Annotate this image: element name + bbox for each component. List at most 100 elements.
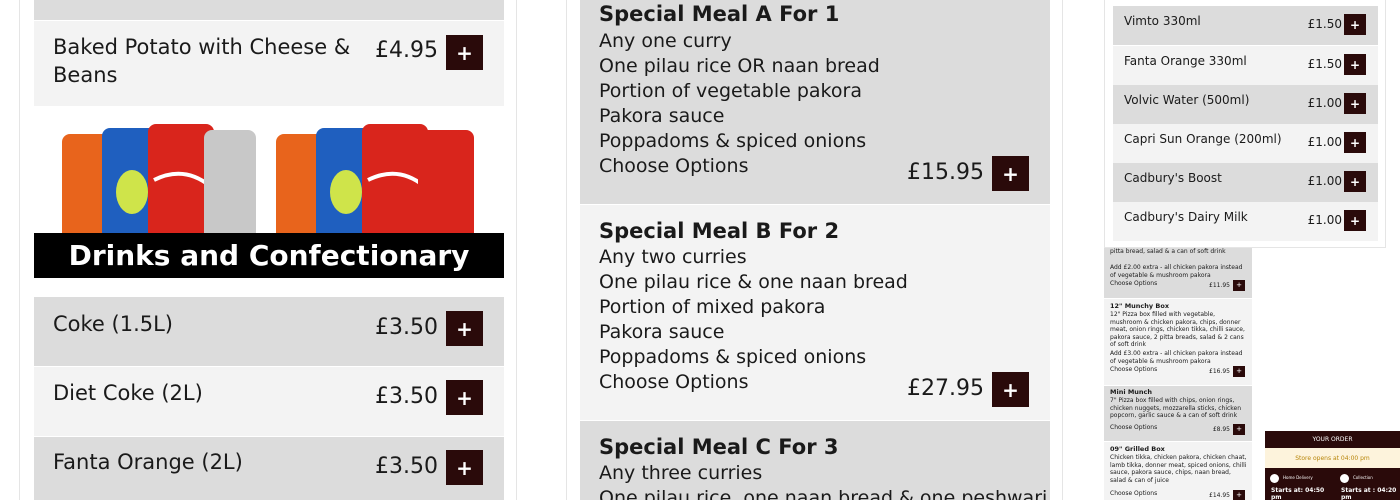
add-item-button[interactable]: + [446, 35, 483, 70]
delivery-options: Home Delivery Starts at: 04:50 pm Collec… [1265, 468, 1400, 500]
meal-line: Pakora sauce [599, 105, 725, 127]
meal-line: One pilau rice & one naan bread [599, 271, 908, 293]
drink-name: Volvic Water (500ml) [1124, 93, 1250, 107]
radio-icon [1270, 474, 1279, 483]
meal-card: Special Meal B For 2 Any two curries One… [580, 205, 1050, 420]
mini-item-desc: Chicken tikka, chicken pakora, chicken c… [1110, 454, 1247, 484]
menu-item-row: Baked Potato with Cheese & Beans £4.95 + [34, 21, 504, 106]
add-item-button[interactable]: + [446, 311, 483, 346]
add-item-button[interactable]: + [446, 380, 483, 415]
add-drink-button[interactable]: + [1344, 14, 1366, 35]
store-status-text: Store opens at 04:00 pm [1295, 454, 1370, 462]
choose-options-link[interactable]: Choose Options [1110, 490, 1157, 498]
order-panel: YOUR ORDER Store opens at 04:00 pm Home … [1265, 431, 1400, 500]
meal-line: Poppadoms & spiced onions [599, 346, 867, 368]
drink-name: Capri Sun Orange (200ml) [1124, 132, 1282, 146]
add-item-button[interactable]: + [1233, 490, 1245, 500]
drink-price: £1.00 [1307, 213, 1342, 227]
meal-card: Special Meal A For 1 Any one curry One p… [580, 0, 1050, 204]
meal-line: Any two curries [599, 246, 747, 268]
meal-price: £27.95 [907, 376, 984, 401]
add-item-button[interactable]: + [1233, 280, 1245, 291]
menu-item-price: £3.50 [375, 454, 438, 479]
menu-item-row: Fanta Orange (2L) £3.50 + [34, 437, 504, 500]
mini-item-title: Mini Munch [1110, 388, 1153, 396]
meal-line: Any one curry [599, 30, 732, 52]
menu-item-name: Coke (1.5L) [53, 312, 174, 336]
mini-item-price: £11.95 [1209, 282, 1230, 289]
add-drink-button[interactable]: + [1344, 54, 1366, 75]
drinks-category-image: Drinks and Confectionary [34, 120, 504, 278]
menu-item-row [34, 0, 504, 20]
drinks-list-panel: Vimto 330ml £1.50 + Fanta Orange 330ml £… [1104, 0, 1386, 248]
mini-menu-panel: pitta bread, salad & a can of soft drink… [1104, 248, 1252, 500]
category-title: Drinks and Confectionary [68, 239, 470, 272]
drink-name: Fanta Orange 330ml [1124, 54, 1247, 68]
add-meal-button[interactable]: + [992, 372, 1029, 407]
mini-item-extra: Add £2.00 extra - all chicken pakora ins… [1110, 264, 1243, 279]
choose-options-link[interactable]: Choose Options [599, 154, 749, 179]
mini-item-desc: pitta bread, salad & a can of soft drink [1110, 248, 1226, 255]
store-status: Store opens at 04:00 pm [1265, 448, 1400, 468]
mini-item-desc: 12" Pizza box filled with vegetable, mus… [1110, 311, 1245, 348]
mini-item-price: £16.95 [1209, 368, 1230, 375]
menu-item-row: Coke (1.5L) £3.50 + [34, 297, 504, 366]
mini-item-price: £14.95 [1209, 492, 1230, 499]
menu-item-price: £3.50 [375, 384, 438, 409]
drink-price: £1.50 [1307, 57, 1342, 71]
mini-item-desc: 7" Pizza box filled with chips, onion ri… [1110, 397, 1242, 419]
drink-row: Volvic Water (500ml) £1.00 + [1113, 85, 1378, 124]
delivery-start-time: Starts at: 04:50 pm [1271, 487, 1325, 500]
add-drink-button[interactable]: + [1344, 171, 1366, 192]
drink-price: £1.00 [1307, 96, 1342, 110]
menu-item-name: Fanta Orange (2L) [53, 450, 243, 474]
drink-price: £1.00 [1307, 174, 1342, 188]
meal-line: Poppadoms & spiced onions [599, 130, 867, 152]
add-item-button[interactable]: + [446, 450, 483, 485]
add-drink-button[interactable]: + [1344, 132, 1366, 153]
choose-options-link[interactable]: Choose Options [1110, 366, 1157, 374]
choose-options-link[interactable]: Choose Options [1110, 280, 1157, 288]
add-drink-button[interactable]: + [1344, 93, 1366, 114]
meal-title: Special Meal B For 2 [599, 219, 840, 243]
delivery-label: Home Delivery [1283, 475, 1313, 480]
menu-column-left: Baked Potato with Cheese & Beans £4.95 + [19, 0, 517, 500]
order-header: YOUR ORDER [1265, 431, 1400, 448]
choose-options-link[interactable]: Choose Options [599, 370, 749, 395]
choose-options-link[interactable]: Choose Options [1110, 424, 1157, 432]
drink-row: Vimto 330ml £1.50 + [1113, 6, 1378, 45]
drink-name: Cadbury's Dairy Milk [1124, 210, 1248, 224]
drink-row: Cadbury's Boost £1.00 + [1113, 163, 1378, 202]
meal-card: Special Meal C For 3 Any three curries O… [580, 421, 1050, 500]
menu-item-name: Baked Potato with Cheese & Beans [53, 35, 351, 87]
meal-line: Portion of vegetable pakora [599, 80, 862, 102]
drink-row: Cadbury's Dairy Milk £1.00 + [1113, 202, 1378, 241]
drink-name: Cadbury's Boost [1124, 171, 1222, 185]
mini-menu-item: pitta bread, salad & a can of soft drink… [1104, 248, 1252, 298]
drink-name: Vimto 330ml [1124, 14, 1201, 28]
mini-item-title: 09" Grilled Box [1110, 445, 1165, 453]
meal-price: £15.95 [907, 160, 984, 185]
mini-item-extra: Add £3.00 extra - all chicken pakora ins… [1110, 350, 1243, 365]
order-title: YOUR ORDER [1312, 436, 1353, 443]
add-drink-button[interactable]: + [1344, 210, 1366, 231]
collection-label: Collection [1353, 475, 1373, 480]
meal-line: Portion of mixed pakora [599, 296, 826, 318]
menu-column-middle: Special Meal A For 1 Any one curry One p… [566, 0, 1063, 500]
radio-icon [1340, 474, 1349, 483]
drink-price: £1.00 [1307, 135, 1342, 149]
mini-menu-item: 09" Grilled Box Chicken tikka, chicken p… [1104, 442, 1252, 500]
add-item-button[interactable]: + [1233, 424, 1245, 435]
meal-line: Any three curries [599, 462, 763, 484]
menu-item-row: Diet Coke (2L) £3.50 + [34, 367, 504, 436]
add-item-button[interactable]: + [1233, 366, 1245, 377]
collection-start-time: Starts at : 04:20 pm [1341, 487, 1397, 500]
meal-line: One pilau rice OR naan bread [599, 55, 880, 77]
mini-item-price: £8.95 [1212, 426, 1230, 433]
drink-price: £1.50 [1307, 17, 1342, 31]
meal-title: Special Meal A For 1 [599, 2, 840, 26]
drink-row: Capri Sun Orange (200ml) £1.00 + [1113, 124, 1378, 163]
menu-item-name: Diet Coke (2L) [53, 381, 203, 405]
mini-item-title: 12" Munchy Box [1110, 302, 1170, 310]
add-meal-button[interactable]: + [992, 156, 1029, 191]
